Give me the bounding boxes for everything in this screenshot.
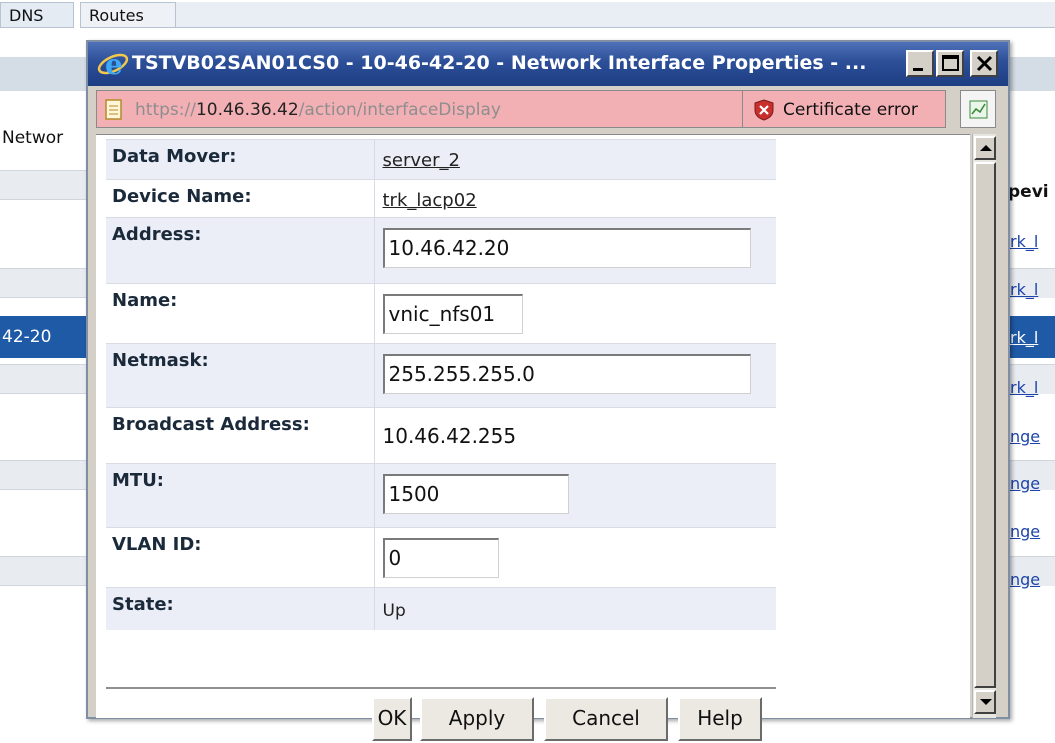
background-device-link[interactable]: rk_l <box>1010 328 1038 347</box>
svg-text:e: e <box>105 48 123 80</box>
background-list-row[interactable] <box>0 556 90 586</box>
background-change-link[interactable]: nge <box>1010 427 1040 446</box>
vlan-id-label: VLAN ID: <box>106 527 375 588</box>
background-change-link[interactable]: nge <box>1010 570 1040 589</box>
table-row: Address: 10.46.42.20 <box>106 217 776 284</box>
dialog-content: Data Mover: server_2 Device Name: trk_la… <box>96 134 970 741</box>
report-button[interactable] <box>960 90 996 128</box>
address-bar[interactable]: https://10.46.36.42/action/interfaceDisp… <box>96 90 744 128</box>
apply-button[interactable]: Apply <box>420 697 534 741</box>
table-row: MTU: 1500 <box>106 463 776 528</box>
device-name-label: Device Name: <box>106 179 375 218</box>
background-list-row[interactable] <box>0 268 90 298</box>
window-titlebar[interactable]: e TSTVB02SAN01CS0 - 10-46-42-20 - Networ… <box>88 42 1008 86</box>
background-device-link[interactable]: rk_l <box>1010 280 1038 299</box>
background-list-row[interactable] <box>0 364 90 394</box>
table-row: Broadcast Address: 10.46.42.255 <box>106 407 776 464</box>
table-row: State: Up <box>106 587 776 630</box>
table-row: Data Mover: server_2 <box>106 139 776 180</box>
minimize-button[interactable] <box>906 50 934 77</box>
mtu-input[interactable]: 1500 <box>382 474 569 514</box>
certificate-error-text: Certificate error <box>783 100 918 120</box>
url-host: 10.46.36.42 <box>195 100 299 120</box>
background-network-label: Networ <box>2 128 64 148</box>
table-row: VLAN ID: 0 <box>106 527 776 588</box>
table-row: Name: vnic_nfs01 <box>106 283 776 344</box>
data-mover-label: Data Mover: <box>106 139 375 180</box>
mtu-label: MTU: <box>106 463 375 528</box>
background-selected-row-text: 42-20 <box>2 327 52 347</box>
broadcast-address-value: 10.46.42.255 <box>382 424 517 448</box>
interface-properties-table: Data Mover: server_2 Device Name: trk_la… <box>106 139 776 630</box>
data-mover-link[interactable]: server_2 <box>383 150 460 171</box>
button-divider <box>106 687 776 689</box>
address-input[interactable]: 10.46.42.20 <box>382 228 751 268</box>
netmask-label: Netmask: <box>106 343 375 408</box>
tab-dns[interactable]: DNS <box>0 2 74 28</box>
state-label: State: <box>106 587 375 630</box>
network-interface-properties-window: e TSTVB02SAN01CS0 - 10-46-42-20 - Networ… <box>86 40 1010 741</box>
background-device-link[interactable]: rk_l <box>1010 232 1038 251</box>
background-change-link[interactable]: nge <box>1010 474 1040 493</box>
url-text: https://10.46.36.42/action/interfaceDisp… <box>135 100 501 120</box>
url-path: /action/interfaceDisplay <box>298 100 501 120</box>
certificate-error-button[interactable]: Certificate error <box>742 90 946 128</box>
scroll-down-button[interactable] <box>974 690 996 714</box>
background-toolbar <box>176 2 1055 28</box>
table-row: Device Name: trk_lacp02 <box>106 179 776 218</box>
dialog-button-row: OK Apply Cancel Help <box>96 697 776 743</box>
background-list-row[interactable] <box>0 170 90 200</box>
maximize-button[interactable] <box>936 50 964 77</box>
device-name-link[interactable]: trk_lacp02 <box>383 190 477 211</box>
name-input[interactable]: vnic_nfs01 <box>382 294 523 334</box>
background-device-column-header: pevi <box>1008 182 1049 202</box>
broadcast-address-label: Broadcast Address: <box>106 407 375 464</box>
vertical-scrollbar[interactable] <box>972 134 996 718</box>
scrollbar-thumb[interactable] <box>974 162 996 688</box>
table-row: Netmask: 255.255.255.0 <box>106 343 776 408</box>
background-list-row[interactable] <box>0 460 90 490</box>
address-label: Address: <box>106 217 375 284</box>
window-title: TSTVB02SAN01CS0 - 10-46-42-20 - Network … <box>132 52 867 74</box>
scroll-up-button[interactable] <box>974 136 996 160</box>
netmask-input[interactable]: 255.255.255.0 <box>382 354 751 394</box>
background-device-link[interactable]: rk_l <box>1010 378 1038 397</box>
vlan-id-input[interactable]: 0 <box>382 538 499 578</box>
cancel-button[interactable]: Cancel <box>544 697 668 741</box>
certificate-error-icon <box>753 99 775 121</box>
ok-button[interactable]: OK <box>372 697 412 741</box>
url-scheme: https:// <box>135 100 196 120</box>
state-value: Up <box>382 601 406 621</box>
ie-icon: e <box>96 48 130 81</box>
name-label: Name: <box>106 283 375 344</box>
help-button[interactable]: Help <box>678 697 762 741</box>
close-button[interactable] <box>970 50 998 77</box>
tab-routes[interactable]: Routes <box>80 2 176 28</box>
page-icon <box>105 99 123 121</box>
background-change-link[interactable]: nge <box>1010 522 1040 541</box>
